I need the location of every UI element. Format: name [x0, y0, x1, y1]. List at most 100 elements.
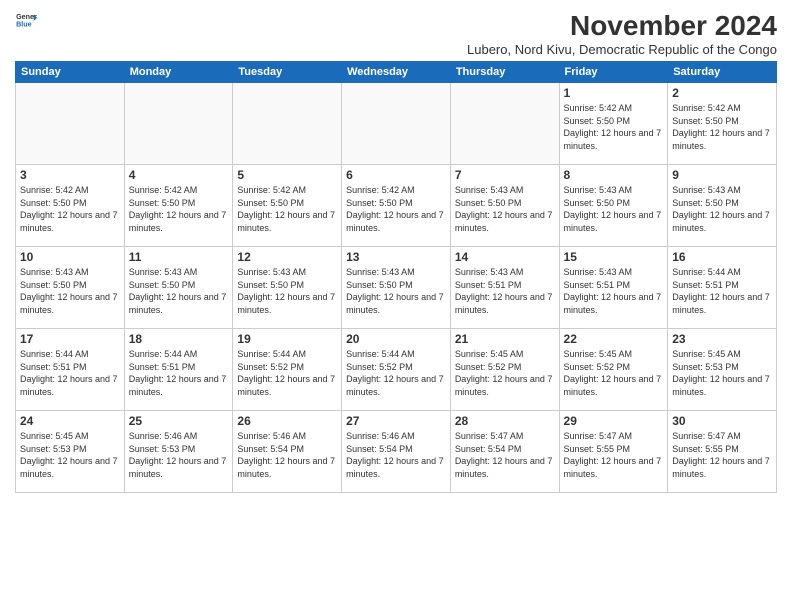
header-wednesday: Wednesday: [342, 62, 451, 83]
svg-text:Blue: Blue: [16, 21, 32, 29]
day-number: 4: [129, 168, 229, 182]
table-row: 19 Sunrise: 5:44 AMSunset: 5:52 PMDayligh…: [233, 329, 342, 411]
day-info: Sunrise: 5:42 AMSunset: 5:50 PMDaylight:…: [346, 184, 446, 234]
calendar-table: Sunday Monday Tuesday Wednesday Thursday…: [15, 61, 777, 493]
page: General Blue November 2024 Lubero, Nord …: [0, 0, 792, 612]
day-info: Sunrise: 5:43 AMSunset: 5:50 PMDaylight:…: [237, 266, 337, 316]
day-info: Sunrise: 5:43 AMSunset: 5:50 PMDaylight:…: [564, 184, 664, 234]
day-info: Sunrise: 5:44 AMSunset: 5:52 PMDaylight:…: [346, 348, 446, 398]
day-info: Sunrise: 5:42 AMSunset: 5:50 PMDaylight:…: [564, 102, 664, 152]
day-number: 9: [672, 168, 772, 182]
day-number: 20: [346, 332, 446, 346]
day-number: 8: [564, 168, 664, 182]
table-row: 21 Sunrise: 5:45 AMSunset: 5:52 PMDayligh…: [450, 329, 559, 411]
day-info: Sunrise: 5:44 AMSunset: 5:52 PMDaylight:…: [237, 348, 337, 398]
table-row: 24 Sunrise: 5:45 AMSunset: 5:53 PMDayligh…: [16, 411, 125, 493]
table-row: 18 Sunrise: 5:44 AMSunset: 5:51 PMDayligh…: [124, 329, 233, 411]
day-info: Sunrise: 5:43 AMSunset: 5:51 PMDaylight:…: [455, 266, 555, 316]
day-info: Sunrise: 5:45 AMSunset: 5:53 PMDaylight:…: [20, 430, 120, 480]
day-number: 18: [129, 332, 229, 346]
table-row: 17Sunrise: 5:44 AMSunset: 5:51 PMDayligh…: [16, 329, 125, 411]
table-row: [16, 83, 125, 165]
day-number: 2: [672, 86, 772, 100]
day-info: Sunrise: 5:42 AMSunset: 5:50 PMDaylight:…: [672, 102, 772, 152]
month-title: November 2024: [467, 10, 777, 42]
day-info: Sunrise: 5:43 AMSunset: 5:51 PMDaylight:…: [564, 266, 664, 316]
day-number: 24: [20, 414, 120, 428]
day-info: Sunrise: 5:42 AMSunset: 5:50 PMDaylight:…: [20, 184, 120, 234]
day-info: Sunrise: 5:43 AMSunset: 5:50 PMDaylight:…: [672, 184, 772, 234]
table-row: 25 Sunrise: 5:46 AMSunset: 5:53 PMDayligh…: [124, 411, 233, 493]
day-number: 27: [346, 414, 446, 428]
table-row: 27Sunrise: 5:46 AMSunset: 5:54 PMDayligh…: [342, 411, 451, 493]
table-row: 15 Sunrise: 5:43 AMSunset: 5:51 PMDayligh…: [559, 247, 668, 329]
header-monday: Monday: [124, 62, 233, 83]
day-info: Sunrise: 5:44 AMSunset: 5:51 PMDaylight:…: [129, 348, 229, 398]
week-row-3: 10 Sunrise: 5:43 AMSunset: 5:50 PMDayligh…: [16, 247, 777, 329]
header-sunday: Sunday: [16, 62, 125, 83]
day-info: Sunrise: 5:46 AMSunset: 5:53 PMDaylight:…: [129, 430, 229, 480]
table-row: [342, 83, 451, 165]
table-row: 1Sunrise: 5:42 AMSunset: 5:50 PMDaylight…: [559, 83, 668, 165]
day-number: 30: [672, 414, 772, 428]
table-row: 26 Sunrise: 5:46 AMSunset: 5:54 PMDayligh…: [233, 411, 342, 493]
table-row: 23 Sunrise: 5:45 AMSunset: 5:53 PMDayligh…: [668, 329, 777, 411]
day-number: 3: [20, 168, 120, 182]
table-row: 11 Sunrise: 5:43 AMSunset: 5:50 PMDayligh…: [124, 247, 233, 329]
day-number: 25: [129, 414, 229, 428]
table-row: 9 Sunrise: 5:43 AMSunset: 5:50 PMDaylight…: [668, 165, 777, 247]
day-info: Sunrise: 5:47 AMSunset: 5:55 PMDaylight:…: [672, 430, 772, 480]
day-info: Sunrise: 5:45 AMSunset: 5:52 PMDaylight:…: [455, 348, 555, 398]
day-info: Sunrise: 5:43 AMSunset: 5:50 PMDaylight:…: [455, 184, 555, 234]
week-row-2: 3 Sunrise: 5:42 AMSunset: 5:50 PMDaylight…: [16, 165, 777, 247]
day-info: Sunrise: 5:43 AMSunset: 5:50 PMDaylight:…: [129, 266, 229, 316]
logo-icon: General Blue: [15, 10, 37, 32]
day-number: 21: [455, 332, 555, 346]
day-number: 23: [672, 332, 772, 346]
table-row: 30 Sunrise: 5:47 AMSunset: 5:55 PMDayligh…: [668, 411, 777, 493]
table-row: [124, 83, 233, 165]
table-row: 8 Sunrise: 5:43 AMSunset: 5:50 PMDaylight…: [559, 165, 668, 247]
day-number: 5: [237, 168, 337, 182]
table-row: 13 Sunrise: 5:43 AMSunset: 5:50 PMDayligh…: [342, 247, 451, 329]
title-block: November 2024 Lubero, Nord Kivu, Democra…: [467, 10, 777, 57]
table-row: 2 Sunrise: 5:42 AMSunset: 5:50 PMDaylight…: [668, 83, 777, 165]
table-row: 12Sunrise: 5:43 AMSunset: 5:50 PMDayligh…: [233, 247, 342, 329]
weekday-header-row: Sunday Monday Tuesday Wednesday Thursday…: [16, 62, 777, 83]
day-number: 10: [20, 250, 120, 264]
day-number: 22: [564, 332, 664, 346]
table-row: [450, 83, 559, 165]
day-number: 15: [564, 250, 664, 264]
day-info: Sunrise: 5:42 AMSunset: 5:50 PMDaylight:…: [129, 184, 229, 234]
day-info: Sunrise: 5:45 AMSunset: 5:53 PMDaylight:…: [672, 348, 772, 398]
day-info: Sunrise: 5:47 AMSunset: 5:55 PMDaylight:…: [564, 430, 664, 480]
day-info: Sunrise: 5:43 AMSunset: 5:50 PMDaylight:…: [346, 266, 446, 316]
location-subtitle: Lubero, Nord Kivu, Democratic Republic o…: [467, 42, 777, 57]
day-info: Sunrise: 5:47 AMSunset: 5:54 PMDaylight:…: [455, 430, 555, 480]
table-row: 7Sunrise: 5:43 AMSunset: 5:50 PMDaylight…: [450, 165, 559, 247]
day-info: Sunrise: 5:46 AMSunset: 5:54 PMDaylight:…: [237, 430, 337, 480]
table-row: 4 Sunrise: 5:42 AMSunset: 5:50 PMDaylight…: [124, 165, 233, 247]
header-tuesday: Tuesday: [233, 62, 342, 83]
table-row: 16 Sunrise: 5:44 AMSunset: 5:51 PMDayligh…: [668, 247, 777, 329]
day-info: Sunrise: 5:44 AMSunset: 5:51 PMDaylight:…: [672, 266, 772, 316]
day-number: 13: [346, 250, 446, 264]
table-row: 22Sunrise: 5:45 AMSunset: 5:52 PMDayligh…: [559, 329, 668, 411]
day-number: 16: [672, 250, 772, 264]
table-row: 28 Sunrise: 5:47 AMSunset: 5:54 PMDayligh…: [450, 411, 559, 493]
day-number: 28: [455, 414, 555, 428]
day-info: Sunrise: 5:44 AMSunset: 5:51 PMDaylight:…: [20, 348, 120, 398]
day-number: 6: [346, 168, 446, 182]
week-row-5: 24 Sunrise: 5:45 AMSunset: 5:53 PMDayligh…: [16, 411, 777, 493]
day-info: Sunrise: 5:43 AMSunset: 5:50 PMDaylight:…: [20, 266, 120, 316]
day-number: 19: [237, 332, 337, 346]
table-row: 5Sunrise: 5:42 AMSunset: 5:50 PMDaylight…: [233, 165, 342, 247]
table-row: 14 Sunrise: 5:43 AMSunset: 5:51 PMDayligh…: [450, 247, 559, 329]
day-number: 14: [455, 250, 555, 264]
day-number: 11: [129, 250, 229, 264]
day-number: 26: [237, 414, 337, 428]
header-friday: Friday: [559, 62, 668, 83]
day-number: 29: [564, 414, 664, 428]
logo: General Blue: [15, 10, 37, 32]
week-row-4: 17Sunrise: 5:44 AMSunset: 5:51 PMDayligh…: [16, 329, 777, 411]
